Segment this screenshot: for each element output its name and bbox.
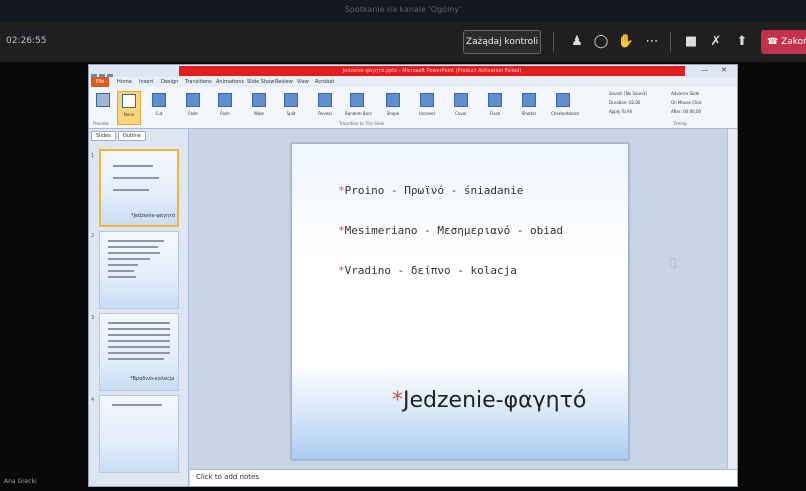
slide-canvas: *Proino - Πρωϊνό - śniadanie *Mesimerian… bbox=[190, 129, 737, 469]
shared-screen: Jedzenie-φαγητό.pptx - Microsoft PowerPo… bbox=[0, 62, 806, 491]
tab-transitions[interactable]: Transitions bbox=[185, 77, 212, 87]
powerpoint-window: Jedzenie-φαγητό.pptx - Microsoft PowerPo… bbox=[88, 64, 738, 487]
transition-label: Cover bbox=[455, 111, 467, 116]
transition-label: Shutter bbox=[521, 111, 537, 116]
after-field[interactable]: After: 00:00,00 bbox=[671, 107, 701, 116]
on-mouse-click-checkbox[interactable]: On Mouse Click bbox=[671, 98, 702, 107]
tab-outline[interactable]: Outline bbox=[117, 131, 146, 141]
transition-fade[interactable]: Fade bbox=[181, 91, 205, 125]
leave-button[interactable]: ☎ Zakończ bbox=[761, 30, 806, 54]
people-icon[interactable]: ♟ bbox=[568, 33, 586, 51]
transition-flash[interactable]: Flash bbox=[483, 91, 507, 125]
transition-wipe[interactable]: Wipe bbox=[247, 91, 271, 125]
raise-hand-icon[interactable]: ✋ bbox=[617, 33, 635, 51]
slide-thumbnail-1[interactable]: *Jedzenie-φαγητό bbox=[99, 149, 179, 227]
slide-bullet: *Vradino - δείπνο - kolacja bbox=[338, 264, 517, 277]
slide-thumbnail-3[interactable]: *Βραδινό-κολαcja bbox=[99, 313, 179, 391]
transition-random-bars[interactable]: Random Bars bbox=[345, 91, 372, 125]
mic-off-icon[interactable]: ✗ bbox=[707, 33, 725, 51]
ppt-window-title: Jedzenie-φαγητό.pptx - Microsoft PowerPo… bbox=[179, 66, 685, 76]
tab-home[interactable]: Home bbox=[117, 77, 132, 87]
more-options-icon[interactable]: ⋯ bbox=[643, 33, 661, 51]
meeting-timer: 02:26:55 bbox=[6, 36, 47, 46]
participant-name: Ana Grecki bbox=[4, 478, 37, 485]
quick-access-toolbar bbox=[91, 66, 131, 81]
transition-reveal[interactable]: Reveal bbox=[313, 91, 337, 125]
transition-label: Random Bars bbox=[345, 111, 372, 116]
transition-label: Split bbox=[286, 111, 296, 116]
group-preview-label: Preview bbox=[93, 121, 109, 126]
transition-checkerboard[interactable]: Checkerboard bbox=[551, 91, 579, 125]
tab-view[interactable]: View bbox=[297, 77, 309, 87]
toolbar-divider bbox=[553, 32, 554, 52]
notes-pane[interactable]: Click to add notes bbox=[190, 469, 737, 486]
toolbar-divider bbox=[670, 32, 671, 52]
transition-label: Wipe bbox=[254, 111, 264, 116]
transition-label: Reveal bbox=[318, 111, 332, 116]
transition-none[interactable]: None bbox=[117, 91, 141, 125]
slide-thumbnail-4[interactable] bbox=[99, 395, 179, 473]
share-screen-icon[interactable]: ⬆ bbox=[733, 33, 751, 51]
slides-panel: Slides Outline 1 *Jedzenie-φαγητό 2 3 *Β… bbox=[89, 129, 189, 486]
panel-tabs: Slides Outline bbox=[89, 131, 189, 141]
close-icon[interactable]: ✕ bbox=[721, 66, 727, 74]
transition-label: Shape bbox=[386, 111, 400, 116]
tab-acrobat[interactable]: Acrobat bbox=[315, 77, 334, 87]
thumbnail-number: 3 bbox=[91, 315, 95, 321]
vertical-scrollbar[interactable] bbox=[727, 129, 737, 469]
advance-slide-label: Advance Slide bbox=[671, 91, 700, 96]
request-control-button[interactable]: Zażądaj kontroli bbox=[463, 30, 541, 54]
leave-label: Zakończ bbox=[781, 37, 806, 47]
tab-design[interactable]: Design bbox=[161, 77, 178, 87]
slide-title: *Jedzenie-φαγητό bbox=[392, 388, 587, 413]
transition-label: Cut bbox=[155, 111, 163, 116]
transition-label: Flash bbox=[489, 111, 501, 116]
chat-icon[interactable]: ◯ bbox=[592, 33, 610, 51]
thumbnail-number: 1 bbox=[91, 153, 95, 159]
thumbnail-number: 4 bbox=[91, 397, 95, 403]
meeting-toolbar: 02:26:55 Zażądaj kontroli ♟ ◯ ✋ ⋯ ■ ✗ ⬆ … bbox=[0, 22, 806, 62]
camera-off-icon[interactable]: ■ bbox=[682, 33, 700, 51]
thumbnail-caption: *Jedzenie-φαγητό bbox=[131, 213, 176, 219]
transition-push[interactable]: Push bbox=[213, 91, 237, 125]
minimize-icon[interactable]: — bbox=[701, 66, 708, 74]
teams-window-title: Spotkanie na kanale 'Ogólny' bbox=[0, 0, 806, 22]
current-slide[interactable]: *Proino - Πρωϊνό - śniadanie *Mesimerian… bbox=[291, 143, 629, 460]
transition-uncover[interactable]: Uncover bbox=[415, 91, 439, 125]
tab-insert[interactable]: Insert bbox=[139, 77, 153, 87]
slide-bullet: *Mesimeriano - Μεσημεριανό - obiad bbox=[338, 224, 564, 237]
thumbnail-number: 2 bbox=[91, 233, 95, 239]
preview-button[interactable] bbox=[91, 91, 115, 125]
mouse-cursor-icon bbox=[670, 258, 676, 268]
group-transitions-label: Transition to This Slide bbox=[339, 121, 385, 126]
transition-cover[interactable]: Cover bbox=[449, 91, 473, 125]
thumbnail-caption: *Βραδινό-κολαcja bbox=[130, 376, 175, 382]
transition-shutter[interactable]: Shutter bbox=[517, 91, 541, 125]
slide-bullet: *Proino - Πρωϊνό - śniadanie bbox=[338, 184, 524, 197]
timing-group: Sound: [No Sound] Duration: 02,00 Apply … bbox=[609, 89, 734, 127]
ribbon-tabs: File Home Insert Design Transitions Anim… bbox=[89, 77, 737, 87]
tab-slide-show[interactable]: Slide Show bbox=[247, 77, 274, 87]
transition-shape[interactable]: Shape bbox=[381, 91, 405, 125]
group-timing-label: Timing bbox=[673, 121, 687, 126]
tab-review[interactable]: Review bbox=[275, 77, 293, 87]
slide-thumbnail-2[interactable] bbox=[99, 231, 179, 309]
transition-split[interactable]: Split bbox=[279, 91, 303, 125]
tab-animations[interactable]: Animations bbox=[216, 77, 244, 87]
transition-label: Push bbox=[220, 111, 230, 116]
tab-file[interactable]: File bbox=[91, 77, 109, 87]
transition-cut[interactable]: Cut bbox=[147, 91, 171, 125]
transitions-ribbon: Preview None Cut Fade Push Wipe Split Re… bbox=[89, 87, 737, 129]
transition-label: Fade bbox=[188, 111, 198, 116]
transition-label: None bbox=[123, 112, 135, 117]
ppt-title-bar: Jedzenie-φαγητό.pptx - Microsoft PowerPo… bbox=[89, 65, 737, 81]
tab-slides[interactable]: Slides bbox=[91, 131, 116, 141]
transition-label: Checkerboard bbox=[551, 111, 579, 116]
transition-label: Uncover bbox=[418, 111, 436, 116]
